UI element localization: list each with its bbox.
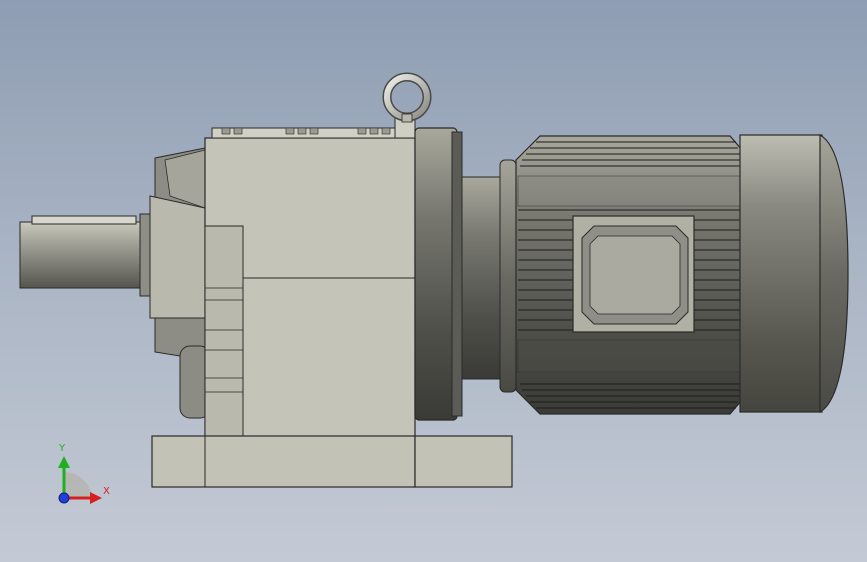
mounting-feet[interactable] xyxy=(151,435,513,488)
triad-x-label: X xyxy=(103,486,110,497)
input-flange[interactable] xyxy=(149,147,211,419)
lifting-eye[interactable] xyxy=(382,72,432,123)
cad-viewport[interactable]: Y X xyxy=(0,0,867,562)
motor-flange[interactable] xyxy=(414,127,517,421)
triad-y-label: Y xyxy=(59,443,66,454)
output-shaft[interactable] xyxy=(19,213,153,297)
fan-cover[interactable] xyxy=(739,133,849,414)
coordinate-triad xyxy=(58,456,102,504)
terminal-box[interactable] xyxy=(572,215,695,333)
gearmotor-model[interactable] xyxy=(0,0,867,562)
gearbox-housing[interactable] xyxy=(204,117,416,439)
